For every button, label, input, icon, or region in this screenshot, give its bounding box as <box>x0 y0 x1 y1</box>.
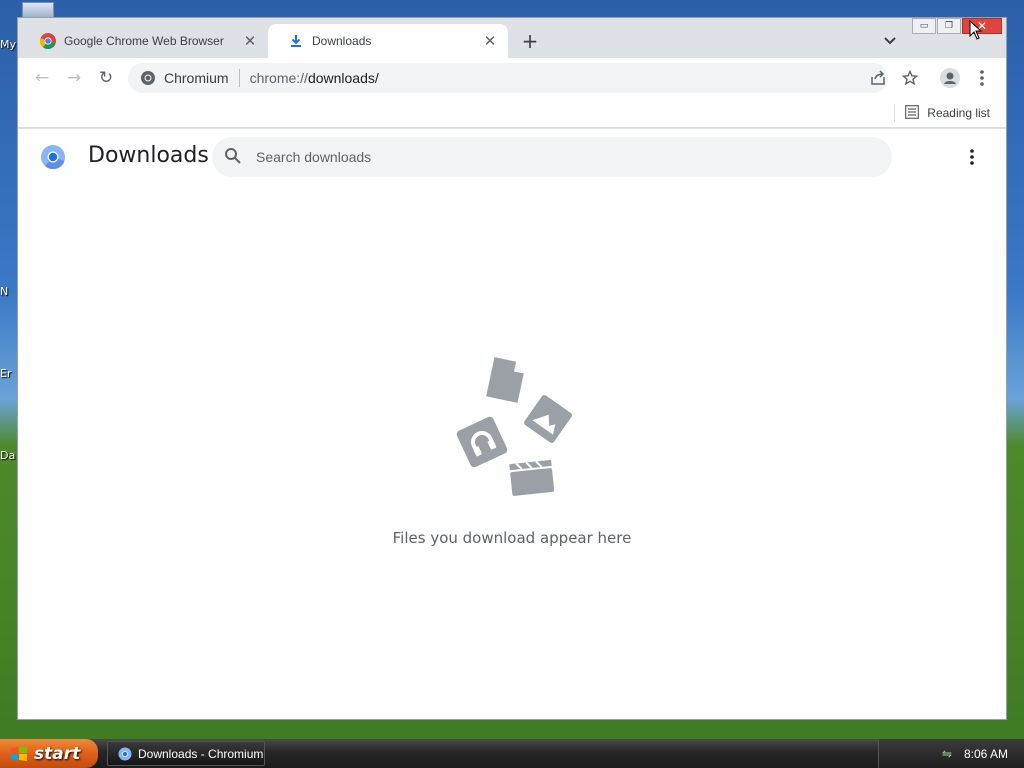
empty-state-message: Files you download appear here <box>392 529 632 547</box>
new-tab-button[interactable]: + <box>518 30 542 54</box>
downloads-more-actions-icon[interactable] <box>962 147 982 167</box>
reading-list-label: Reading list <box>927 106 990 120</box>
tab-title: Google Chrome Web Browser <box>64 34 224 48</box>
desktop-label-n: N <box>0 285 9 298</box>
share-icon[interactable] <box>866 66 890 90</box>
forward-button[interactable]: → <box>62 66 86 90</box>
taskbar-window-label: Downloads - Chromium <box>138 746 264 761</box>
tab-search-chevron-icon[interactable] <box>884 34 896 48</box>
desktop-icon-my-computer[interactable] <box>22 2 54 18</box>
browser-window: Google Chrome Web Browser ✕ Downloads ✕ … <box>17 17 1007 720</box>
bookmark-star-icon[interactable] <box>898 66 922 90</box>
back-button[interactable]: ← <box>30 66 54 90</box>
start-button[interactable]: start <box>0 739 98 768</box>
system-tray: ⇋ 8:06 AM <box>878 739 1024 768</box>
omnibox-divider <box>238 69 240 87</box>
chrome-logo-icon <box>40 33 56 49</box>
search-downloads-input[interactable] <box>256 149 856 165</box>
start-label: start <box>34 743 81 764</box>
address-bar[interactable]: Chromium chrome:// downloads/ <box>128 63 888 93</box>
url-host: downloads/ <box>307 70 379 86</box>
taskbar-window-button[interactable]: Downloads - Chromium <box>107 741 265 766</box>
reading-list-icon <box>905 104 920 122</box>
windows-flag-icon <box>11 745 27 761</box>
network-icon[interactable]: ⇋ <box>942 747 952 761</box>
mouse-cursor-icon <box>969 20 983 40</box>
bookmarks-divider <box>894 104 896 122</box>
url-scheme: chrome:// <box>249 70 308 86</box>
tab-close-icon[interactable]: ✕ <box>242 32 258 50</box>
clock[interactable]: 8:06 AM <box>964 747 1008 761</box>
empty-downloads-illustration-icon <box>456 357 572 496</box>
bookmarks-bar: Reading list <box>18 98 1006 128</box>
page-title: Downloads <box>88 143 209 168</box>
taskbar: start Downloads - Chromium ⇋ 8:06 AM <box>0 739 1024 768</box>
chromium-logo-icon <box>118 747 132 760</box>
browser-menu-icon[interactable] <box>970 66 994 90</box>
desktop-label-er: Er <box>0 367 12 380</box>
tab-downloads[interactable]: Downloads ✕ <box>268 24 508 58</box>
search-icon <box>224 147 244 167</box>
site-chip: Chromium <box>164 70 229 86</box>
desktop-label-my: My <box>0 38 17 51</box>
desktop-label-da: Da <box>0 449 16 462</box>
tab-close-icon[interactable]: ✕ <box>482 32 498 50</box>
tab-strip: Google Chrome Web Browser ✕ Downloads ✕ … <box>18 24 1006 58</box>
tab-title: Downloads <box>312 34 372 48</box>
profile-avatar-icon[interactable] <box>938 66 962 90</box>
downloads-page: Downloads Search downloads Files you dow… <box>18 129 1006 719</box>
reading-list-button[interactable]: Reading list <box>894 104 990 122</box>
download-icon <box>288 33 304 49</box>
chromium-logo-icon <box>140 70 156 86</box>
search-downloads-field[interactable] <box>212 137 892 177</box>
reload-button[interactable]: ↻ <box>94 66 118 90</box>
minimize-button[interactable]: ▭ <box>912 18 936 34</box>
window-controls: ▭ ❐ ✕ <box>912 18 1002 34</box>
chromium-logo-icon <box>40 144 66 170</box>
tab-chrome-web-browser[interactable]: Google Chrome Web Browser ✕ <box>20 24 268 58</box>
browser-toolbar: ← → ↻ Chromium chrome:// downloads/ <box>18 58 1006 98</box>
restore-button[interactable]: ❐ <box>937 18 961 34</box>
